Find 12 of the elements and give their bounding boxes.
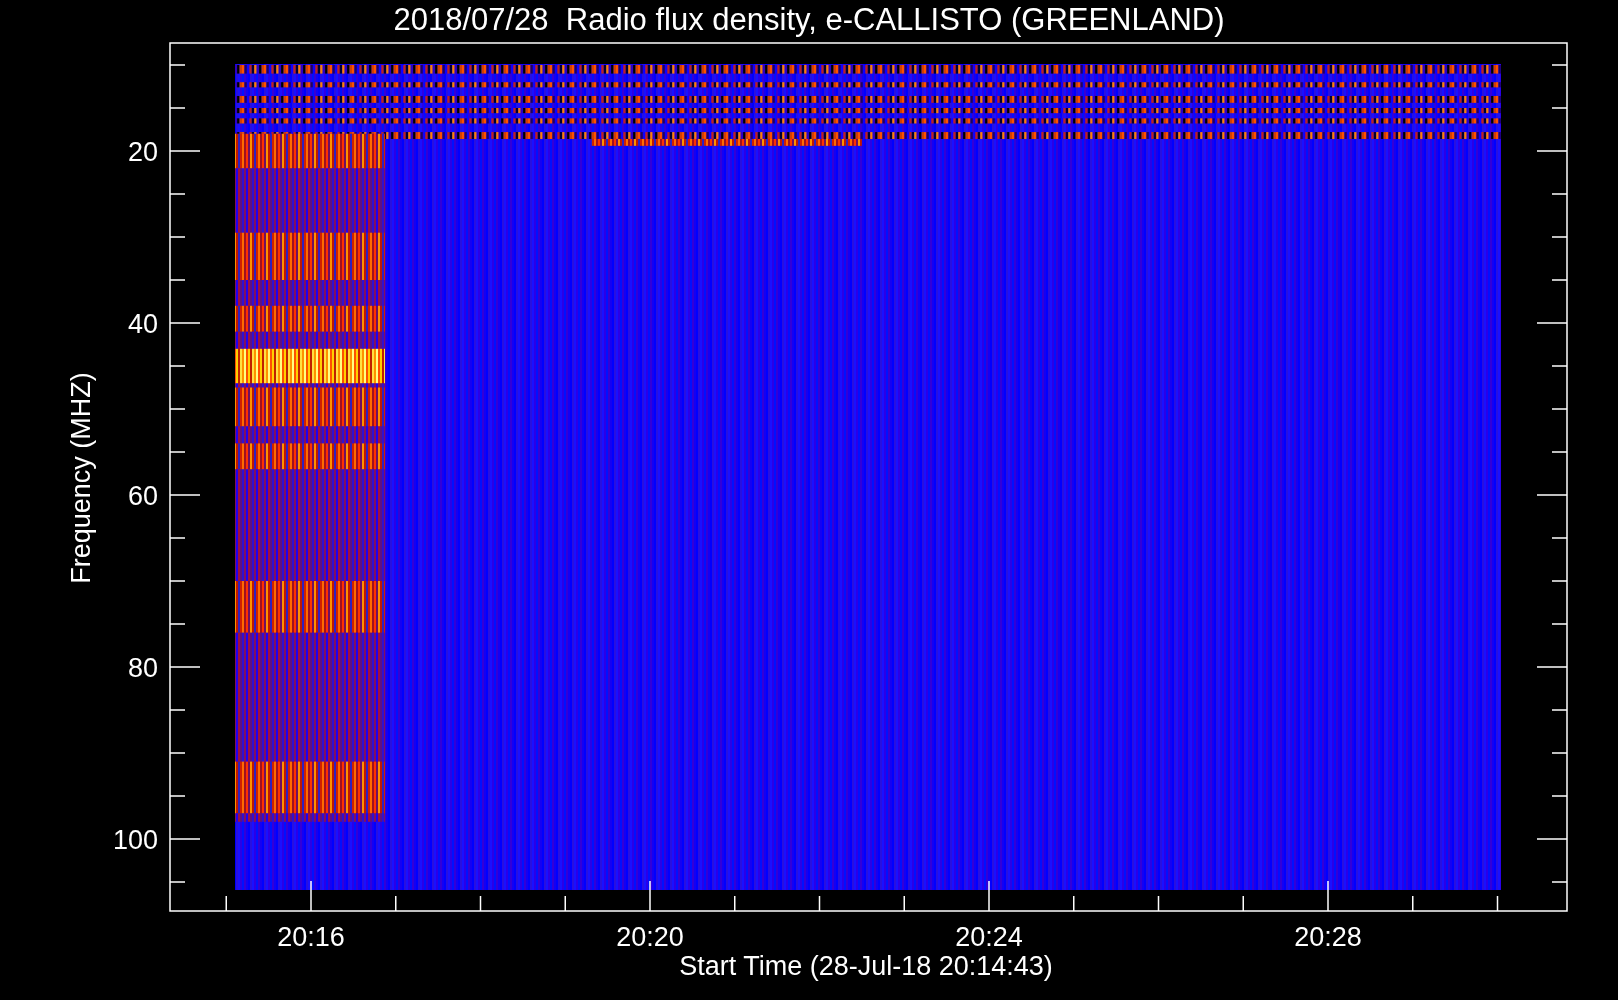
axis-tick-label: 20:28 [1294, 922, 1362, 952]
y-axis-title: Frequency (MHZ) [66, 372, 96, 584]
axis-tick-label: 20:16 [277, 922, 345, 952]
axis-tick-label: 20 [127, 137, 158, 167]
axis-tick-label: 60 [127, 481, 158, 511]
axis-tick-label: 20:24 [955, 922, 1023, 952]
x-axis-title: Start Time (28-Jul-18 20:14:43) [679, 951, 1053, 981]
axis-tick-label: 80 [127, 653, 158, 683]
axis-tick-label: 40 [127, 309, 158, 339]
axis-tick-label: 100 [112, 825, 158, 855]
axis-tick-label: 20:20 [616, 922, 684, 952]
chart-title: 2018/07/28 Radio flux density, e-CALLISTO (GREENLAND) [393, 2, 1225, 37]
